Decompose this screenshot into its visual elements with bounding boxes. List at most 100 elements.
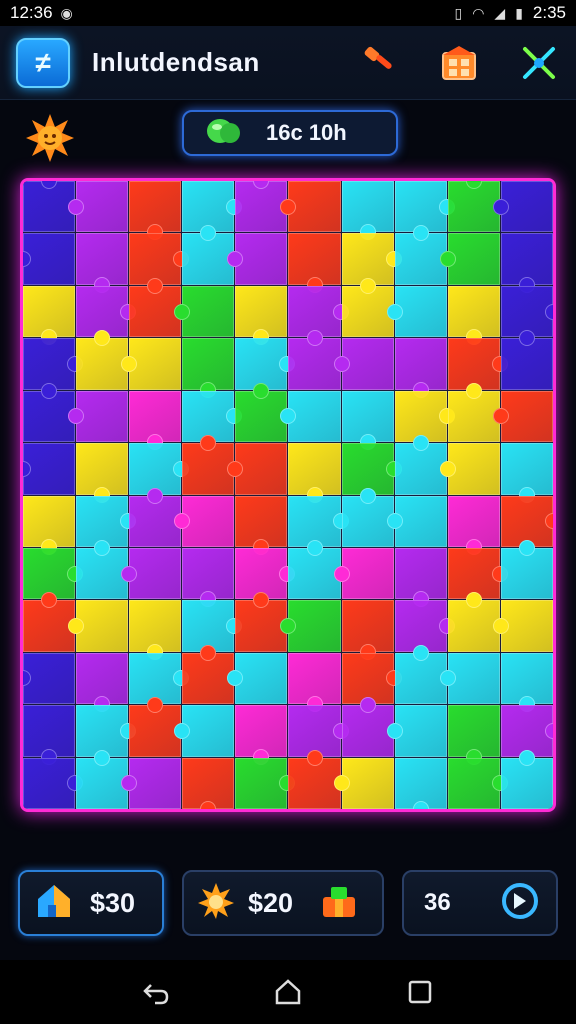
- puzzle-piece[interactable]: [121, 757, 182, 809]
- puzzle-piece[interactable]: [129, 600, 182, 660]
- puzzle-piece[interactable]: [23, 495, 76, 555]
- puzzle-piece[interactable]: [280, 390, 341, 443]
- puzzle-piece[interactable]: [288, 443, 341, 503]
- home-icon[interactable]: [268, 972, 308, 1012]
- puzzle-piece[interactable]: [235, 757, 296, 809]
- puzzle-piece[interactable]: [500, 539, 553, 600]
- puzzle-knob: [200, 435, 217, 452]
- bottom-bar: $30 $20 36: [0, 860, 576, 950]
- house-currency-button[interactable]: $30: [18, 870, 164, 936]
- puzzle-piece[interactable]: [174, 285, 235, 338]
- puzzle-piece[interactable]: [129, 390, 182, 451]
- puzzle-piece[interactable]: [235, 285, 288, 346]
- puzzle-piece[interactable]: [341, 600, 394, 660]
- puzzle-piece[interactable]: [174, 705, 235, 757]
- puzzle-knob: [333, 355, 350, 372]
- puzzle-piece[interactable]: [500, 652, 553, 713]
- puzzle-piece[interactable]: [76, 443, 129, 503]
- puzzle-piece[interactable]: [68, 600, 129, 652]
- puzzle-piece[interactable]: [68, 390, 129, 443]
- puzzle-knob: [121, 355, 138, 372]
- puzzle-piece[interactable]: [76, 233, 129, 293]
- battery-icon: ▮: [515, 4, 523, 21]
- puzzle-piece[interactable]: [23, 757, 84, 809]
- puzzle-piece[interactable]: [394, 338, 447, 398]
- puzzle-piece[interactable]: [394, 547, 447, 608]
- hammer-icon[interactable]: [358, 42, 400, 84]
- puzzle-piece[interactable]: [121, 547, 182, 600]
- puzzle-piece[interactable]: [23, 652, 76, 705]
- puzzle-knob: [518, 539, 535, 556]
- puzzle-piece[interactable]: [76, 652, 129, 713]
- puzzle-piece[interactable]: [447, 757, 508, 809]
- sun-face-icon[interactable]: [24, 112, 76, 164]
- puzzle-piece[interactable]: [500, 330, 553, 390]
- puzzle-knob: [544, 513, 553, 530]
- puzzle-piece[interactable]: [129, 181, 182, 241]
- back-icon[interactable]: [136, 972, 176, 1012]
- puzzle-knob: [465, 592, 482, 609]
- puzzle-piece[interactable]: [68, 181, 129, 233]
- puzzle-piece[interactable]: [341, 181, 394, 241]
- puzzle-piece[interactable]: [492, 390, 553, 443]
- puzzle-piece[interactable]: [386, 285, 447, 338]
- puzzle-piece[interactable]: [447, 705, 500, 765]
- puzzle-piece[interactable]: [439, 443, 500, 495]
- puzzle-piece[interactable]: [333, 338, 394, 390]
- moves-value: 36: [424, 889, 451, 916]
- puzzle-piece[interactable]: [500, 749, 553, 809]
- puzzle-knob: [359, 697, 376, 714]
- puzzle-piece[interactable]: [23, 285, 76, 346]
- gem-icon: [204, 115, 244, 152]
- puzzle-piece[interactable]: [492, 181, 553, 233]
- shop-icon[interactable]: [438, 42, 480, 84]
- puzzle-piece[interactable]: [439, 233, 500, 285]
- status-bar: 12:36 ◉ ▯ ◠ ◢ ▮ 2:35: [0, 0, 576, 26]
- puzzle-piece[interactable]: [394, 757, 447, 809]
- puzzle-piece[interactable]: [182, 338, 235, 398]
- puzzle-piece[interactable]: [386, 495, 447, 547]
- puzzle-piece[interactable]: [23, 233, 76, 285]
- puzzle-piece[interactable]: [227, 443, 288, 495]
- puzzle-knob: [465, 382, 482, 399]
- puzzle-piece[interactable]: [447, 285, 500, 346]
- puzzle-piece[interactable]: [235, 705, 288, 765]
- puzzle-piece[interactable]: [447, 495, 500, 555]
- puzzle-piece[interactable]: [500, 233, 553, 293]
- moves-counter-button[interactable]: 36: [402, 870, 558, 936]
- puzzle-piece[interactable]: [182, 547, 235, 608]
- puzzle-piece[interactable]: [280, 181, 341, 233]
- puzzle-piece[interactable]: [288, 652, 341, 713]
- puzzle-piece[interactable]: [492, 600, 553, 652]
- puzzle-piece[interactable]: [182, 757, 235, 809]
- info-bar: 16c 10h: [0, 100, 576, 170]
- puzzle-piece[interactable]: [227, 652, 288, 705]
- puzzle-piece[interactable]: [227, 233, 288, 285]
- puzzle-piece[interactable]: [439, 652, 500, 705]
- puzzle-piece[interactable]: [235, 495, 288, 555]
- gear-currency-button[interactable]: $20: [182, 870, 384, 936]
- puzzle-piece[interactable]: [500, 443, 553, 503]
- system-nav-bar: [0, 960, 576, 1024]
- puzzle-knob: [465, 181, 482, 189]
- puzzle-knob: [41, 592, 58, 609]
- puzzle-knob: [412, 644, 429, 661]
- puzzle-piece[interactable]: [23, 705, 76, 765]
- menu-logo-icon[interactable]: ≠: [16, 37, 70, 88]
- puzzle-piece[interactable]: [386, 705, 447, 757]
- puzzle-piece[interactable]: [341, 390, 394, 451]
- timer-display: 16c 10h: [182, 110, 398, 156]
- puzzle-piece[interactable]: [333, 757, 394, 809]
- puzzle-piece[interactable]: [23, 443, 76, 495]
- puzzle-piece[interactable]: [288, 233, 341, 293]
- puzzle-knob: [200, 644, 217, 661]
- puzzle-piece[interactable]: [174, 495, 235, 547]
- puzzle-knob: [94, 749, 111, 766]
- puzzle-piece[interactable]: [280, 600, 341, 652]
- puzzle-piece[interactable]: [333, 547, 394, 600]
- puzzle-knob: [412, 435, 429, 452]
- recents-icon[interactable]: [400, 972, 440, 1012]
- settings-icon[interactable]: [518, 42, 560, 84]
- puzzle-piece[interactable]: [121, 338, 182, 390]
- currency-value-2: $20: [248, 887, 294, 918]
